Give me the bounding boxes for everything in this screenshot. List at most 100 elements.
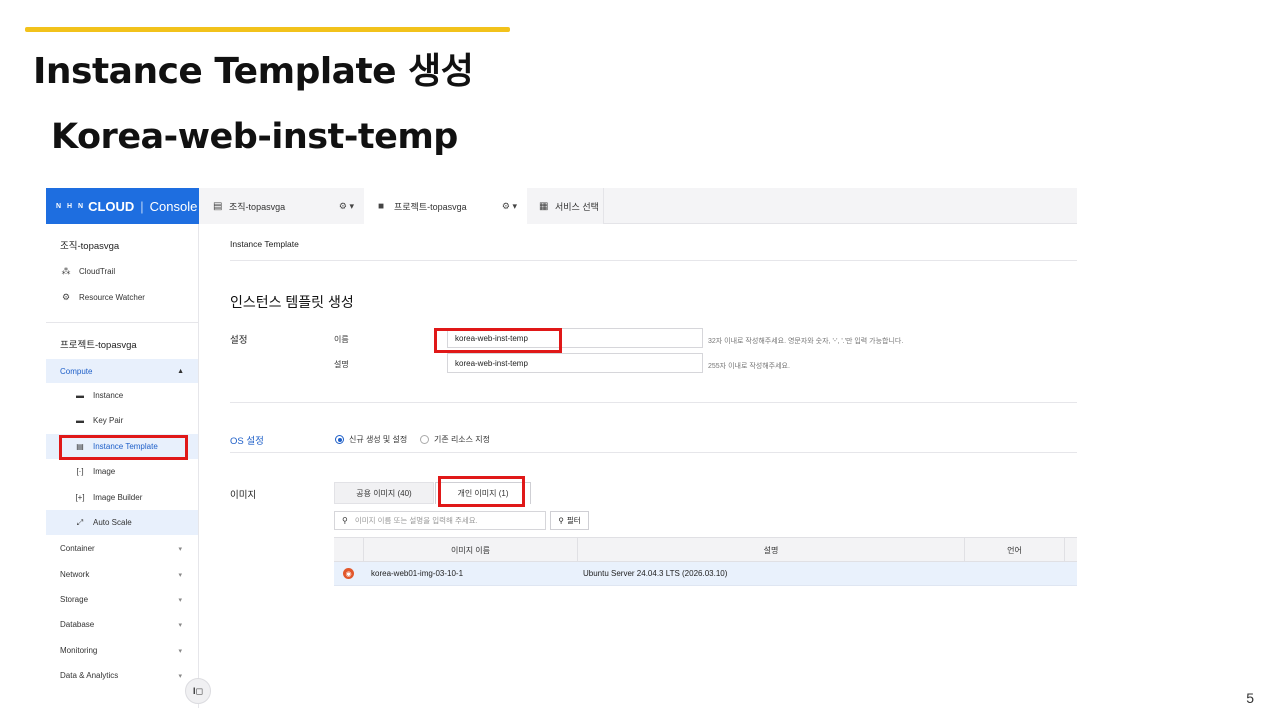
chevron-down-icon: ▾: [178, 596, 182, 604]
column-header-language: 언어: [964, 538, 1064, 562]
sidebar-item-instance[interactable]: ▬ Instance: [46, 383, 198, 408]
sidebar-item-key-pair[interactable]: ▬ Key Pair: [46, 408, 198, 433]
sidebar-category-monitoring[interactable]: Monitoring ▾: [46, 638, 198, 663]
sidebar-category-data-analytics[interactable]: Data & Analytics ▾: [46, 663, 198, 688]
org-selector-label: 조직-topasvga: [229, 201, 286, 212]
breadcrumb: Instance Template: [230, 239, 299, 249]
image-description-cell: Ubuntu Server 24.04.3 LTS (2026.03.10): [583, 569, 728, 578]
logo-console-text: Console: [149, 198, 198, 214]
sidebar-collapse-button[interactable]: I◻: [185, 678, 211, 704]
sidebar-item-image[interactable]: [·] Image: [46, 459, 198, 484]
radio-selected-icon: [335, 435, 344, 444]
sidebar-item-auto-scale[interactable]: ⤢ Auto Scale: [46, 510, 198, 535]
sidebar-item-image-builder[interactable]: [+] Image Builder: [46, 485, 198, 510]
sidebar-category-storage[interactable]: Storage ▾: [46, 587, 198, 612]
search-placeholder: 이미지 이름 또는 설명을 입력해 주세요.: [354, 516, 478, 525]
service-select-button[interactable]: ▦ 서비스 선택: [527, 188, 604, 224]
sidebar-item-resource-watcher[interactable]: ⚙ Resource Watcher: [60, 292, 145, 303]
sidebar-item-label: Image Builder: [93, 493, 143, 502]
slide-accent-bar: [25, 27, 510, 32]
sidebar-category-label: Database: [60, 620, 95, 629]
chevron-down-icon: ▾: [178, 545, 182, 553]
sidebar-category-label: Data & Analytics: [60, 671, 119, 680]
highlight-private-image-tab: [438, 476, 525, 507]
chevron-down-icon: ▾: [178, 672, 182, 680]
divider: [230, 402, 1077, 403]
resource-watcher-icon: ⚙: [61, 292, 71, 302]
sidebar-project-name[interactable]: 프로젝트-topasvga: [60, 337, 137, 351]
search-icon: ⚲: [558, 516, 564, 525]
service-select-label: 서비스 선택: [555, 201, 599, 212]
filter-button-label: 필터: [566, 516, 581, 525]
page-number: 5: [1246, 690, 1254, 706]
sidebar-item-label: Instance: [93, 391, 124, 400]
grid-icon: ▦: [539, 200, 549, 212]
chevron-down-icon: ▾: [178, 621, 182, 629]
highlight-instance-template-menu: [59, 435, 188, 460]
sidebar-item-label: Image: [93, 467, 116, 476]
description-field-label: 설명: [334, 360, 349, 369]
name-help-text: 32자 이내로 작성해주세요. 영문자와 숫자, '-', '.'만 입력 가능…: [708, 338, 904, 345]
project-selector-label: 프로젝트-topasvga: [394, 201, 467, 212]
key-pair-icon: ▬: [76, 416, 84, 425]
table-header: 이미지 이름 설명 언어: [334, 537, 1077, 562]
sidebar-category-label: Storage: [60, 595, 89, 604]
organization-icon: ▤: [213, 200, 223, 212]
image-builder-icon: [+]: [75, 493, 85, 502]
settings-section-label: 설정: [230, 335, 248, 346]
name-field-label: 이름: [334, 335, 349, 344]
column-header-description: 설명: [577, 538, 964, 562]
sidebar-category-compute[interactable]: Compute ▲: [46, 359, 198, 383]
chevron-up-icon: ▲: [177, 367, 184, 375]
sidebar-item-label: Resource Watcher: [79, 293, 145, 302]
radio-new-create[interactable]: 신규 생성 및 설정: [335, 434, 407, 445]
divider: [230, 452, 1077, 453]
folder-icon: ■: [378, 200, 385, 212]
ubuntu-icon: ◉: [343, 568, 354, 579]
sidebar-category-label: Network: [60, 570, 90, 579]
org-settings-icon[interactable]: ⚙ ▾: [339, 201, 354, 212]
radio-existing-resource[interactable]: 기존 리소스 지정: [420, 434, 490, 445]
sidebar-category-container[interactable]: Container ▾: [46, 536, 198, 561]
org-selector[interactable]: ▤ 조직-topasvga ⚙ ▾: [199, 188, 364, 224]
sidebar-category-label: Monitoring: [60, 646, 98, 655]
sidebar-item-label: Key Pair: [93, 416, 124, 425]
filter-button[interactable]: ⚲ 필터: [550, 511, 589, 530]
nhn-cloud-console-logo[interactable]: N H N CLOUD | Console: [46, 188, 199, 224]
description-input[interactable]: korea-web-inst-temp: [447, 353, 703, 373]
sidebar-item-cloudtrail[interactable]: ⁂ CloudTrail: [60, 266, 116, 277]
radio-unselected-icon: [420, 435, 429, 444]
slide-subtitle: Korea-web-inst-temp: [51, 117, 458, 157]
slide-title: Instance Template 생성: [33, 51, 474, 92]
image-name-cell: korea-web01-img-03-10-1: [371, 569, 464, 578]
console-screenshot: N H N CLOUD | Console ▤ 조직-topasvga ⚙ ▾ …: [46, 188, 1077, 708]
instance-icon: ▬: [76, 391, 84, 400]
sidebar-category-label: Compute: [60, 366, 93, 376]
divider: [230, 260, 1077, 261]
description-help-text: 255자 이내로 작성해주세요.: [708, 363, 790, 370]
image-icon: [·]: [76, 467, 84, 476]
project-selector[interactable]: ■ 프로젝트-topasvga ⚙ ▾: [364, 188, 527, 224]
sidebar-divider: [46, 322, 198, 323]
sidebar-category-database[interactable]: Database ▾: [46, 612, 198, 637]
project-settings-icon[interactable]: ⚙ ▾: [502, 201, 517, 212]
sidebar-category-network[interactable]: Network ▾: [46, 562, 198, 587]
radio-label: 기존 리소스 지정: [434, 435, 490, 444]
table-header-icon-cell: [334, 538, 363, 562]
chevron-down-icon: ▾: [178, 571, 182, 579]
sidebar-category-label: Container: [60, 544, 95, 553]
page-title: 인스턴스 템플릿 생성: [230, 294, 354, 310]
logo-cloud-text: CLOUD: [88, 198, 135, 214]
tab-public-images[interactable]: 공용 이미지 (40): [334, 482, 434, 504]
column-header-image-name: 이미지 이름: [363, 538, 577, 562]
radio-label: 신규 생성 및 설정: [349, 435, 408, 444]
sidebar: 조직-topasvga ⁂ CloudTrail ⚙ Resource Watc…: [46, 224, 199, 708]
cloudtrail-icon: ⁂: [61, 266, 71, 276]
sidebar-item-label: Auto Scale: [93, 518, 132, 527]
logo-nhn-text: N H N: [56, 202, 86, 210]
image-search-input[interactable]: ⚲ 이미지 이름 또는 설명을 입력해 주세요.: [334, 511, 546, 530]
table-row[interactable]: ◉ korea-web01-img-03-10-1 Ubuntu Server …: [334, 562, 1077, 586]
main-content: Instance Template 인스턴스 템플릿 생성 설정 이름 kore…: [199, 224, 1077, 708]
image-section-label: 이미지: [230, 490, 257, 501]
sidebar-org-name[interactable]: 조직-topasvga: [60, 238, 119, 252]
